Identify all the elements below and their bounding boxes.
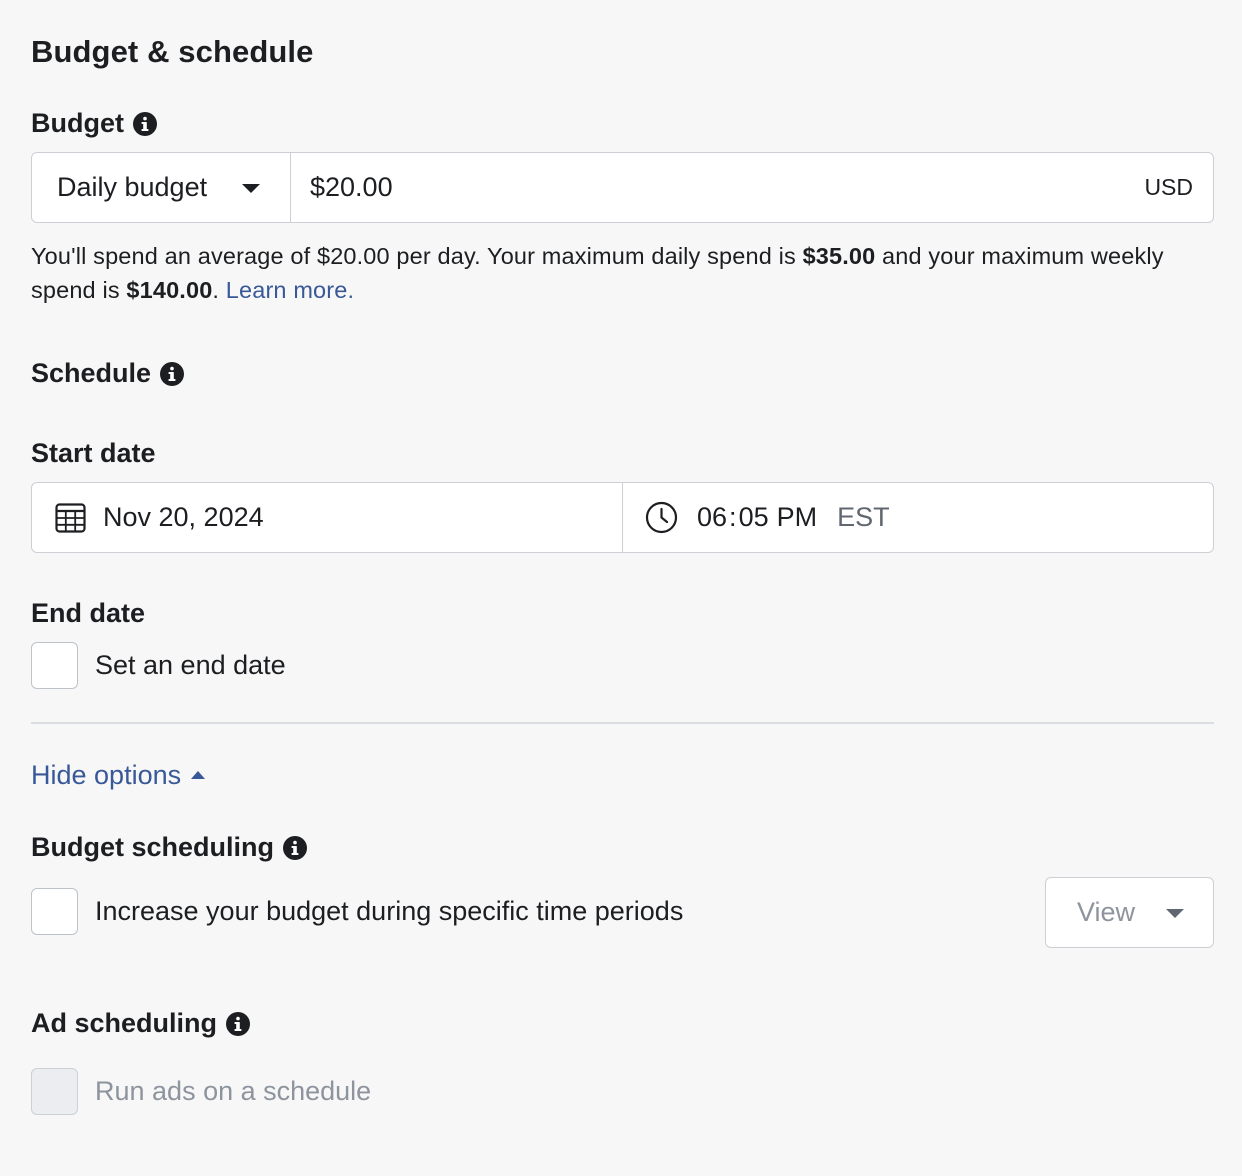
budget-type-value: Daily budget (57, 172, 208, 202)
hide-options-link[interactable]: Hide options (31, 760, 206, 791)
ad-scheduling-option: Run ads on a schedule (31, 1068, 371, 1115)
ad-scheduling-label: Ad scheduling (31, 1008, 218, 1038)
budget-scheduling-option: Increase your budget during specific tim… (31, 888, 683, 935)
end-date-option: Set an end date (31, 642, 286, 689)
budget-scheduling-label: Budget scheduling (31, 832, 274, 862)
budget-schedule-panel: Budget & schedule Budget Daily budget US… (0, 0, 1242, 1176)
ad-scheduling-checkbox-label: Run ads on a schedule (95, 1076, 372, 1106)
info-icon[interactable] (283, 835, 307, 860)
budget-scheduling-checkbox[interactable] (31, 888, 78, 935)
budget-scheduling-checkbox-label[interactable]: Increase your budget during specific tim… (95, 896, 683, 927)
learn-more-link[interactable]: Learn more. (226, 277, 354, 303)
view-button-label: View (1077, 897, 1136, 927)
section-title: Budget & schedule (31, 34, 314, 69)
budget-input-group: Daily budget USD (31, 152, 1214, 223)
chevron-down-icon (242, 184, 260, 193)
ad-scheduling-checkbox (31, 1068, 78, 1115)
chevron-down-icon (1166, 909, 1184, 918)
info-icon[interactable] (160, 361, 185, 386)
start-hour-input[interactable]: 06 (697, 502, 727, 533)
schedule-label-row: Schedule (31, 358, 185, 389)
start-date-picker[interactable]: Nov 20, 2024 (32, 483, 623, 552)
max-weekly-spend: $140.00 (126, 277, 213, 303)
calendar-icon (55, 503, 86, 533)
max-daily-spend: $35.00 (802, 243, 876, 269)
budget-label: Budget (31, 108, 124, 138)
start-ampm-input[interactable]: PM (777, 502, 818, 533)
budget-help-text: You'll spend an average of $20.00 per da… (31, 239, 1211, 307)
start-date-value: Nov 20, 2024 (103, 502, 264, 532)
start-date-group: Nov 20, 2024 06:05 PM EST (31, 482, 1214, 553)
divider (31, 722, 1214, 724)
view-dropdown-button[interactable]: View (1045, 877, 1214, 948)
info-icon[interactable] (226, 1011, 251, 1036)
end-date-checkbox-label[interactable]: Set an end date (95, 650, 286, 681)
end-date-checkbox[interactable] (31, 642, 78, 689)
ad-scheduling-label-row: Ad scheduling (31, 1008, 251, 1039)
currency-label: USD (1144, 174, 1193, 200)
timezone-label: EST (837, 502, 890, 532)
hide-options-label: Hide options (31, 760, 182, 790)
chevron-up-icon (191, 770, 206, 779)
budget-scheduling-label-row: Budget scheduling (31, 832, 307, 863)
budget-type-dropdown[interactable]: Daily budget (32, 153, 291, 222)
schedule-label: Schedule (31, 358, 152, 388)
help-suffix: . (212, 277, 220, 303)
end-date-label: End date (31, 598, 146, 628)
clock-icon (645, 501, 678, 534)
time-separator: : (729, 502, 737, 532)
budget-amount-input[interactable] (291, 153, 1091, 222)
start-minute-input[interactable]: 05 (739, 502, 769, 533)
start-time-field: 06:05 PM EST (623, 483, 1213, 552)
budget-amount-field: USD (291, 153, 1213, 222)
start-date-label: Start date (31, 438, 156, 468)
info-icon[interactable] (132, 111, 157, 136)
budget-label-row: Budget (31, 108, 157, 139)
help-prefix: You'll spend an average of $20.00 per da… (31, 243, 796, 269)
